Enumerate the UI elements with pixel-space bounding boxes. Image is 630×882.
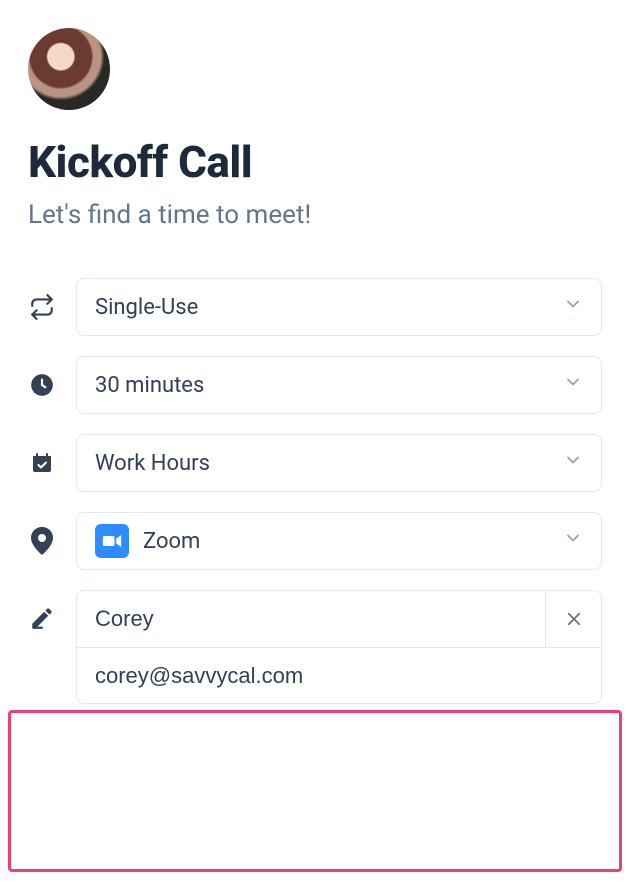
clock-icon <box>28 371 56 399</box>
availability-select-label: Work Hours <box>95 451 210 476</box>
chevron-down-icon <box>563 450 583 476</box>
calendar-check-icon <box>28 449 56 477</box>
location-select-label: Zoom <box>143 529 200 554</box>
location-select[interactable]: Zoom <box>76 512 602 570</box>
location-pin-icon <box>28 527 56 555</box>
page-title: Kickoff Call <box>28 136 602 188</box>
chevron-down-icon <box>563 294 583 320</box>
clear-name-button[interactable] <box>545 591 601 647</box>
chevron-down-icon <box>563 528 583 554</box>
usage-select[interactable]: Single-Use <box>76 278 602 336</box>
chevron-down-icon <box>563 372 583 398</box>
avatar <box>28 28 110 110</box>
invitee-name-field[interactable] <box>77 591 545 647</box>
invitee-fields <box>76 590 602 704</box>
highlight-annotation <box>8 710 622 872</box>
page-subtitle: Let's find a time to meet! <box>28 200 602 230</box>
repeat-icon <box>28 293 56 321</box>
invitee-email-field[interactable] <box>77 647 601 703</box>
zoom-icon <box>95 524 129 558</box>
pencil-icon <box>28 604 56 632</box>
usage-select-label: Single-Use <box>95 295 198 320</box>
duration-select-label: 30 minutes <box>95 373 204 398</box>
duration-select[interactable]: 30 minutes <box>76 356 602 414</box>
availability-select[interactable]: Work Hours <box>76 434 602 492</box>
